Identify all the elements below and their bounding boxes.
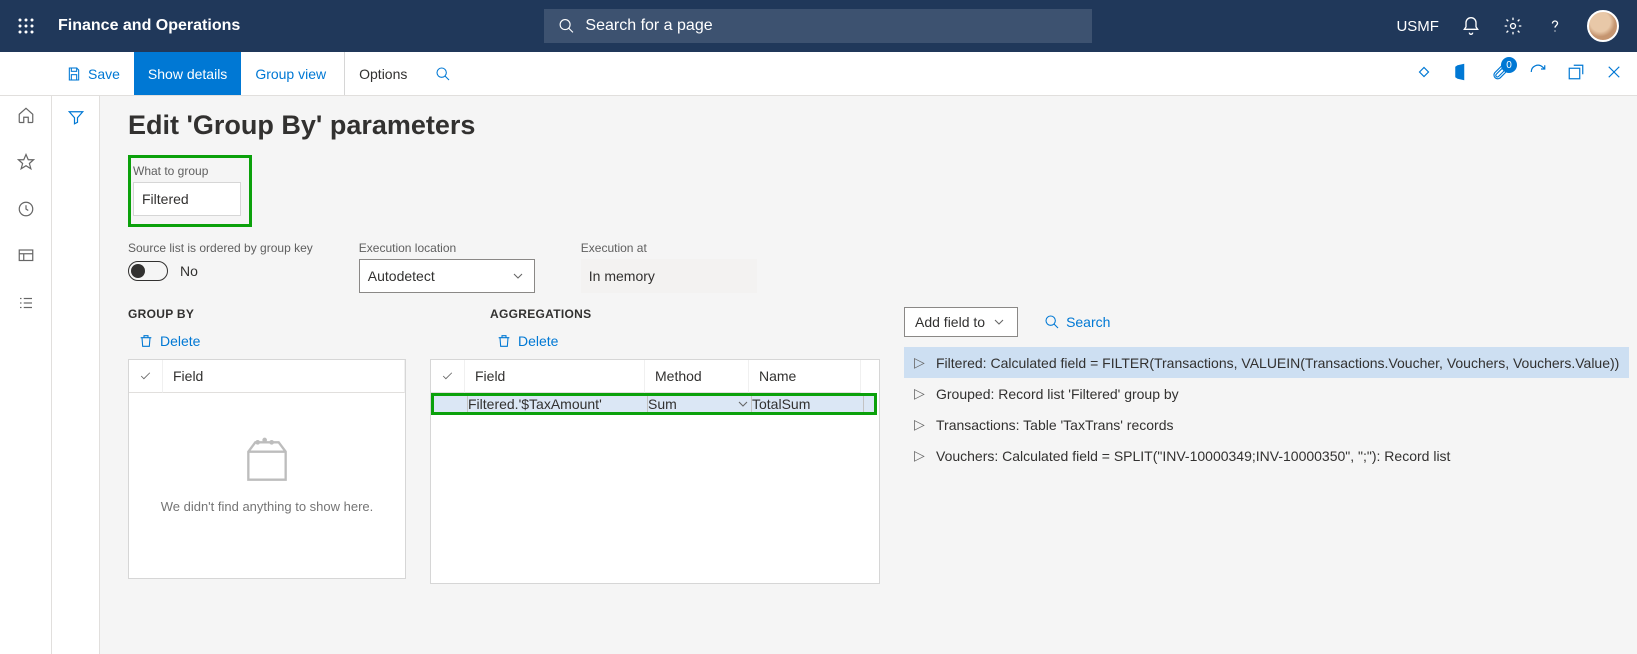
close-icon[interactable] — [1605, 63, 1623, 84]
expand-icon[interactable]: ▷ — [914, 416, 924, 433]
tree-search-button[interactable]: Search — [1044, 314, 1110, 330]
search-container — [544, 9, 1092, 43]
groupby-delete-button[interactable]: Delete — [128, 329, 406, 353]
expand-icon[interactable]: ▷ — [914, 385, 924, 402]
action-bar: Save Show details Group view Options — [0, 52, 1637, 96]
search-box[interactable] — [544, 9, 1092, 43]
group-view-button[interactable]: Group view — [241, 52, 340, 95]
search-icon — [1044, 314, 1060, 330]
agg-col-field[interactable]: Field — [465, 360, 645, 393]
show-details-button[interactable]: Show details — [134, 52, 241, 95]
what-to-group-label: What to group — [133, 164, 241, 178]
agg-row-highlight: Filtered.'$TaxAmount' Sum TotalSum — [431, 393, 877, 415]
what-to-group-highlight: What to group Filtered — [128, 155, 252, 227]
attachments-icon[interactable] — [1491, 63, 1509, 84]
trash-icon — [138, 333, 154, 349]
tree-item-grouped[interactable]: ▷Grouped: Record list 'Filtered' group b… — [904, 378, 1629, 409]
groupby-grid: Field We didn't find anything to show he… — [128, 359, 406, 579]
tree-item-transactions[interactable]: ▷Transactions: Table 'TaxTrans' records — [904, 409, 1629, 440]
app-launcher-icon[interactable] — [12, 12, 40, 40]
exec-location-label: Execution location — [359, 241, 535, 255]
check-icon — [139, 368, 152, 384]
agg-title: AGGREGATIONS — [430, 307, 880, 321]
favorite-icon[interactable] — [17, 153, 35, 174]
recent-icon[interactable] — [17, 200, 35, 221]
check-icon — [441, 368, 454, 384]
agg-field-cell[interactable]: Filtered.'$TaxAmount' — [468, 396, 648, 412]
chevron-down-icon — [991, 314, 1007, 330]
tree-item-vouchers[interactable]: ▷Vouchers: Calculated field = SPLIT("INV… — [904, 440, 1629, 471]
empty-message: We didn't find anything to show here. — [161, 499, 374, 514]
groupby-col-field[interactable]: Field — [163, 360, 405, 393]
tree-item-filtered[interactable]: ▷Filtered: Calculated field = FILTER(Tra… — [904, 347, 1629, 378]
office-icon[interactable] — [1453, 63, 1471, 84]
data-source-tree: ▷Filtered: Calculated field = FILTER(Tra… — [904, 347, 1629, 471]
agg-delete-button[interactable]: Delete — [486, 329, 880, 353]
app-title: Finance and Operations — [58, 17, 240, 35]
top-right: USMF — [1396, 10, 1625, 42]
table-row[interactable]: Filtered.'$TaxAmount' Sum TotalSum — [434, 396, 874, 412]
search-input[interactable] — [585, 17, 1078, 35]
search-icon — [558, 17, 575, 35]
agg-name-cell[interactable]: TotalSum — [752, 396, 864, 412]
content-area: Edit 'Group By' parameters What to group… — [100, 96, 1637, 654]
bell-icon[interactable] — [1461, 16, 1481, 36]
exec-at-label: Execution at — [581, 241, 757, 255]
row-checkbox[interactable] — [434, 396, 468, 412]
agg-col-name[interactable]: Name — [749, 360, 861, 393]
refresh-icon[interactable] — [1529, 63, 1547, 84]
groupby-empty: We didn't find anything to show here. — [129, 393, 405, 553]
workspace-icon[interactable] — [17, 247, 35, 268]
options-button[interactable]: Options — [344, 52, 421, 95]
filter-rail — [52, 96, 100, 654]
trash-icon — [496, 333, 512, 349]
popout-icon[interactable] — [1567, 63, 1585, 84]
ordered-toggle[interactable] — [128, 261, 168, 281]
checkbox-header[interactable] — [129, 360, 163, 393]
save-button[interactable]: Save — [52, 52, 134, 95]
company-code[interactable]: USMF — [1396, 18, 1439, 35]
exec-at-value: In memory — [581, 259, 757, 293]
page-title: Edit 'Group By' parameters — [128, 110, 1637, 141]
top-bar: Finance and Operations USMF — [0, 0, 1637, 52]
save-label: Save — [88, 66, 120, 82]
expand-icon[interactable]: ▷ — [914, 447, 924, 464]
exec-location-select[interactable]: Autodetect — [359, 259, 535, 293]
agg-method-cell[interactable]: Sum — [648, 396, 752, 412]
chevron-down-icon — [510, 268, 526, 284]
map-icon[interactable] — [1415, 63, 1433, 84]
agg-col-method[interactable]: Method — [645, 360, 749, 393]
ordered-label: Source list is ordered by group key — [128, 241, 313, 255]
gear-icon[interactable] — [1503, 16, 1523, 36]
help-icon[interactable] — [1545, 16, 1565, 36]
avatar[interactable] — [1587, 10, 1619, 42]
what-to-group-value[interactable]: Filtered — [133, 182, 241, 216]
groupby-title: GROUP BY — [128, 307, 406, 321]
agg-grid: Field Method Name Filtered.'$TaxAmount' … — [430, 359, 880, 584]
home-icon[interactable] — [17, 106, 35, 127]
nav-rail — [0, 96, 52, 654]
filter-icon[interactable] — [67, 108, 85, 654]
find-button[interactable] — [421, 52, 465, 95]
checkbox-header[interactable] — [431, 360, 465, 393]
expand-icon[interactable]: ▷ — [914, 354, 924, 371]
empty-icon — [239, 433, 295, 489]
modules-icon[interactable] — [17, 294, 35, 315]
chevron-down-icon — [735, 396, 751, 412]
add-field-to-button[interactable]: Add field to — [904, 307, 1018, 337]
ordered-value: No — [180, 263, 198, 279]
